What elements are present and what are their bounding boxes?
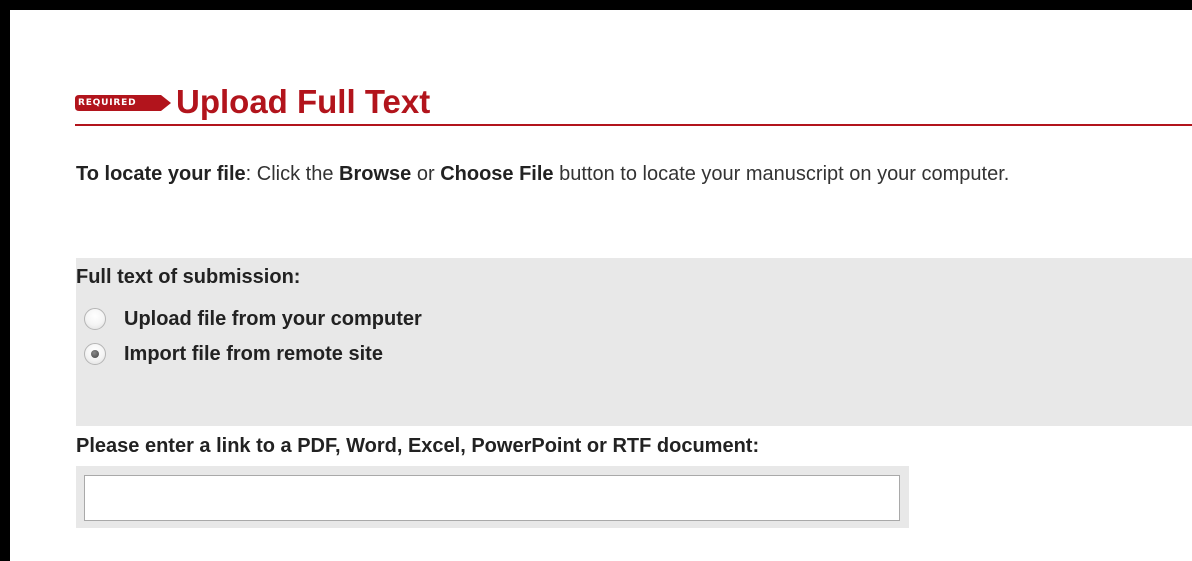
choose-file-keyword: Choose File [440,163,554,185]
required-badge: REQUIRED [75,95,171,111]
submission-label: Full text of submission: [76,266,301,288]
import-radio[interactable] [84,343,106,365]
instructions-lead: To locate your file [76,163,246,185]
instructions-text: To locate your file: Click the Browse or… [76,159,1066,190]
import-option-label[interactable]: Import file from remote site [124,343,383,366]
submission-options-panel: Full text of submission: Upload file fro… [76,258,1192,426]
section-title: Upload Full Text [176,83,431,120]
upload-option[interactable]: Upload file from your computer [84,306,422,332]
remote-link-label: Please enter a link to a PDF, Word, Exce… [76,435,760,457]
upload-option-label[interactable]: Upload file from your computer [124,308,422,331]
browse-keyword: Browse [339,163,412,185]
instructions-part-3: button to locate your manuscript on your… [553,163,1010,185]
required-badge-text: REQUIRED [78,98,137,108]
remote-link-field-wrapper [76,466,909,528]
instructions-part-1: : Click the [245,163,340,185]
upload-radio[interactable] [84,308,106,330]
section-header: REQUIRED Upload Full Text [75,76,1192,126]
import-option[interactable]: Import file from remote site [84,341,383,367]
page-content: REQUIRED Upload Full Text To locate your… [10,10,1192,561]
remote-link-input[interactable] [84,475,900,521]
instructions-part-2: or [411,163,441,185]
